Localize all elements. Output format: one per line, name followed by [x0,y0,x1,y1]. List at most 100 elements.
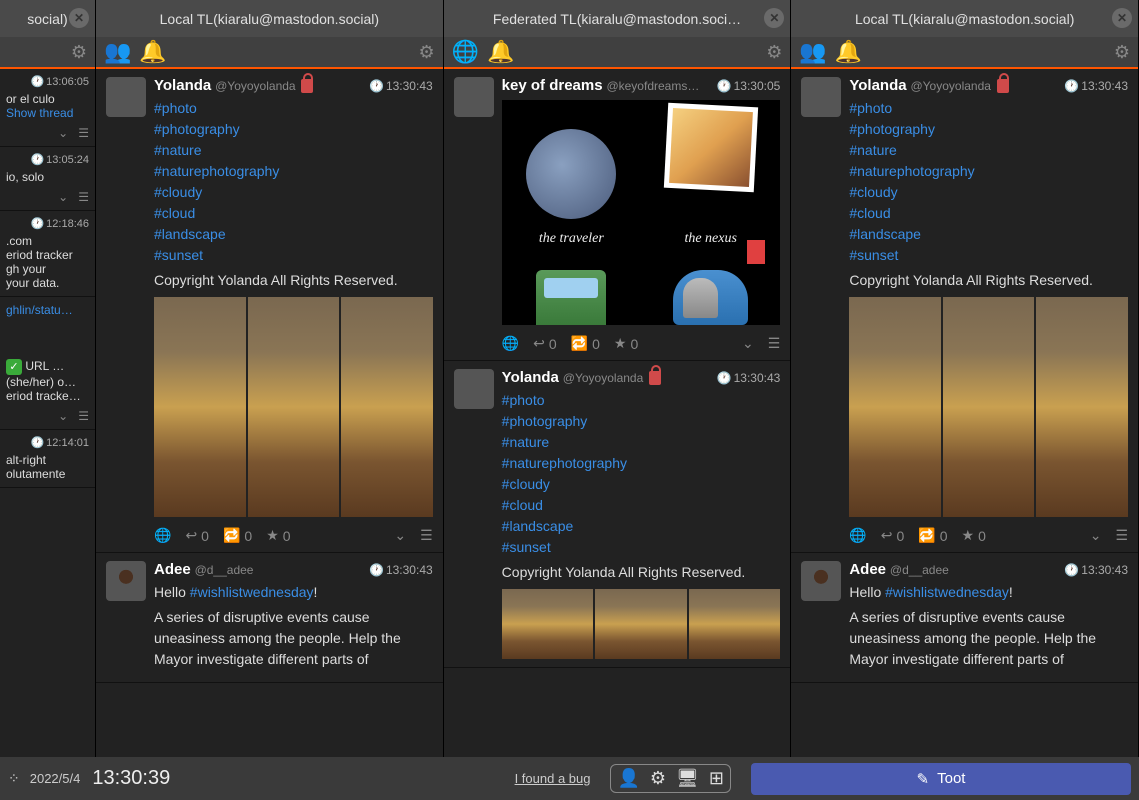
bell-icon[interactable]: 🔔 [835,39,862,65]
author-handle[interactable]: @Yoyoyolanda [910,79,990,93]
close-column-button[interactable]: ✕ [764,8,784,28]
author-handle[interactable]: @Yoyoyolanda [215,79,295,93]
media-image[interactable] [502,589,594,659]
favorite-button[interactable]: ★ 0 [266,527,290,544]
display-icon[interactable]: 🖥 [676,768,699,789]
close-column-button[interactable]: ✕ [69,8,89,28]
show-thread-link[interactable]: Show thread [6,106,89,120]
hashtag-link[interactable]: #landscape [154,224,433,245]
chevron-down-icon[interactable]: ⌄ [58,409,68,423]
avatar[interactable] [801,561,841,601]
hashtag-link[interactable]: #landscape [502,516,781,537]
hashtag-link[interactable]: #photography [154,119,433,140]
hashtag-link[interactable]: #wishlistwednesday [885,584,1009,600]
author-name[interactable]: Yolanda [849,77,906,94]
reply-button[interactable]: ↩ 0 [881,527,905,544]
gear-icon[interactable]: ⚙ [1114,42,1130,63]
chevron-down-icon[interactable]: ⌄ [58,126,68,140]
media-image[interactable] [943,297,1035,517]
media-image[interactable] [248,297,340,517]
hashtag-link[interactable]: #naturephotography [849,161,1128,182]
people-icon[interactable]: 👥 [104,39,131,65]
media-attachments[interactable]: the travelerthe nexus [502,100,781,325]
reply-button[interactable]: ↩ 0 [533,335,557,352]
gear-icon[interactable]: ⚙ [419,42,435,63]
hashtag-link[interactable]: #photo [849,98,1128,119]
author-handle[interactable]: @d__adee [890,563,949,577]
chevron-down-icon[interactable]: ⌄ [394,527,406,544]
author-name[interactable]: Yolanda [154,77,211,94]
hashtag-link[interactable]: #cloudy [154,182,433,203]
gear-icon[interactable]: ⚙ [766,42,782,63]
hashtag-link[interactable]: #landscape [849,224,1128,245]
boost-button[interactable]: 🔁 0 [918,527,947,544]
avatar[interactable] [106,561,146,601]
boost-button[interactable]: 🔁 0 [223,527,252,544]
chevron-down-icon[interactable]: ⌄ [742,335,754,352]
avatar[interactable] [106,77,146,117]
favorite-button[interactable]: ★ 0 [614,335,638,352]
bug-report-link[interactable]: I found a bug [515,771,591,786]
media-image[interactable] [154,297,246,517]
hashtag-link[interactable]: #photo [502,390,781,411]
media-image[interactable] [341,297,433,517]
people-icon[interactable]: 👥 [799,39,826,65]
author-handle[interactable]: @keyofdreams… [606,79,699,93]
hashtag-link[interactable]: #sunset [849,245,1128,266]
hashtag-link[interactable]: #cloud [502,495,781,516]
menu-icon[interactable]: ☰ [78,409,89,423]
media-image[interactable] [849,297,941,517]
account-icon[interactable]: 👤 [617,768,639,789]
author-handle[interactable]: @Yoyoyolanda [563,371,643,385]
hashtag-link[interactable]: #photo [154,98,433,119]
bell-icon[interactable]: 🔔 [487,39,514,65]
hashtag-link[interactable]: #nature [502,432,781,453]
avatar[interactable] [454,77,494,117]
chevron-down-icon[interactable]: ⌄ [58,190,68,204]
chevron-down-icon[interactable]: ⌄ [1090,527,1102,544]
author-name[interactable]: key of dreams [502,77,603,94]
avatar[interactable] [454,369,494,409]
settings-icon[interactable]: ⚙ [650,768,666,789]
globe-icon[interactable]: 🌐 [452,39,479,65]
menu-icon[interactable]: ☰ [78,190,89,204]
media-attachments[interactable] [154,297,433,517]
close-column-button[interactable]: ✕ [1112,8,1132,28]
avatar[interactable] [801,77,841,117]
hashtag-link[interactable]: #nature [849,140,1128,161]
toot-button[interactable]: ✎ Toot [751,763,1131,795]
gear-icon[interactable]: ⚙ [71,42,87,63]
hashtag-link[interactable]: #cloud [154,203,433,224]
author-handle[interactable]: @d__adee [195,563,254,577]
menu-icon[interactable]: ☰ [768,335,781,352]
link[interactable]: ghlin/statu… [6,303,89,317]
menu-icon[interactable]: ☰ [78,126,89,140]
media-image[interactable] [689,589,781,659]
author-name[interactable]: Adee [849,561,886,578]
hashtag-link[interactable]: #photography [502,411,781,432]
hashtag-link[interactable]: #nature [154,140,433,161]
hashtag-link[interactable]: #cloudy [502,474,781,495]
media-image[interactable] [595,589,687,659]
hashtag-link[interactable]: #sunset [502,537,781,558]
hashtag-link[interactable]: #naturephotography [154,161,433,182]
hashtag-link[interactable]: #cloudy [849,182,1128,203]
author-name[interactable]: Yolanda [502,369,559,386]
hashtag-link[interactable]: #sunset [154,245,433,266]
reply-button[interactable]: ↩ 0 [185,527,209,544]
grid-icon[interactable]: ⊞ [709,768,724,789]
hashtag-link[interactable]: #cloud [849,203,1128,224]
favorite-button[interactable]: ★ 0 [962,527,986,544]
hashtag-link[interactable]: #naturephotography [502,453,781,474]
media-image[interactable]: the travelerthe nexus [502,100,781,325]
media-attachments[interactable] [502,589,781,659]
bell-icon[interactable]: 🔔 [139,39,166,65]
menu-icon[interactable]: ☰ [1115,527,1128,544]
boost-button[interactable]: 🔁 0 [571,335,600,352]
hashtag-link[interactable]: #photography [849,119,1128,140]
author-name[interactable]: Adee [154,561,191,578]
media-image[interactable] [1036,297,1128,517]
hashtag-link[interactable]: #wishlistwednesday [190,584,314,600]
media-attachments[interactable] [849,297,1128,517]
menu-icon[interactable]: ☰ [420,527,433,544]
